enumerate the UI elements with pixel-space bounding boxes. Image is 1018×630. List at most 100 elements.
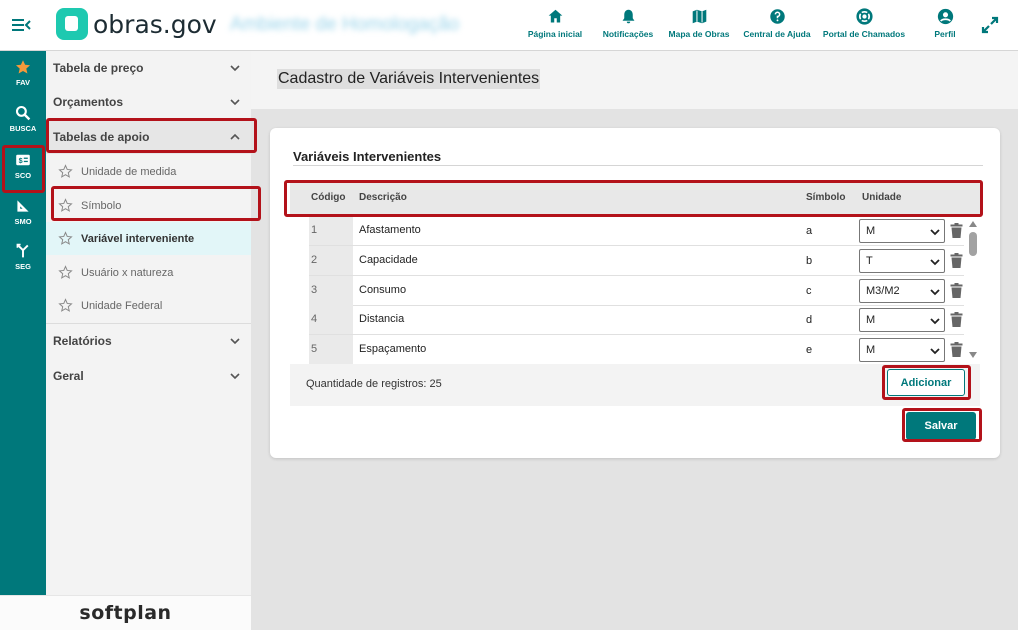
sidebar-section-price-table[interactable]: Tabela de preço xyxy=(46,51,251,85)
sidebar-item-intervening-variable[interactable]: Variável interveniente xyxy=(46,222,251,255)
user-icon xyxy=(937,8,953,25)
brand-logo[interactable]: obras.gov xyxy=(56,7,217,41)
merge-icon xyxy=(16,243,29,258)
help-icon xyxy=(769,9,785,24)
nav-profile[interactable]: Perfil xyxy=(925,8,965,44)
bell-icon xyxy=(622,9,634,24)
menu-toggle-icon[interactable] xyxy=(10,14,32,36)
unit-select[interactable]: M xyxy=(859,338,945,362)
table-row[interactable]: 1 Afastamento a M xyxy=(309,216,964,246)
table-row[interactable]: 5 Espaçamento e M xyxy=(309,335,964,365)
sidebar-section-reports[interactable]: Relatórios xyxy=(46,324,251,358)
footer-brand-logo: softplan xyxy=(0,595,251,630)
cell-code: 2 xyxy=(309,246,353,275)
trash-icon[interactable] xyxy=(950,283,963,298)
column-header-symbol[interactable]: Símbolo xyxy=(806,192,845,203)
unit-select[interactable]: M xyxy=(859,219,945,243)
cell-symbol: d xyxy=(806,314,813,326)
sidebar-item-symbol[interactable]: Símbolo xyxy=(46,189,251,222)
table-row[interactable]: 4 Distancia d M xyxy=(309,305,964,335)
nav-notifications[interactable]: Notificações xyxy=(591,8,665,44)
cell-code: 1 xyxy=(309,216,353,245)
unit-select[interactable]: M xyxy=(859,308,945,332)
variables-card: Variáveis Intervenientes Código Descriçã… xyxy=(270,128,1000,458)
rail-item-search[interactable]: BUSCA xyxy=(0,105,46,145)
sidebar-item-label: Unidade Federal xyxy=(81,299,163,312)
chevron-down-icon xyxy=(930,318,940,325)
top-navigation: Página inicial Notificações Mapa de Obra… xyxy=(525,8,965,44)
rail-item-smo-label: SMO xyxy=(14,217,32,226)
unit-select-value: M3/M2 xyxy=(866,285,900,297)
sidebar-item-label: Unidade de medida xyxy=(81,165,177,178)
nav-ticket-portal[interactable]: Portal de Chamados xyxy=(821,8,907,44)
cell-description: Afastamento xyxy=(359,224,421,236)
column-header-unit[interactable]: Unidade xyxy=(862,192,901,203)
chevron-down-icon xyxy=(230,338,240,345)
chevron-up-icon xyxy=(230,133,240,140)
unit-select-value: M xyxy=(866,314,876,326)
sidebar-section-general[interactable]: Geral xyxy=(46,359,251,393)
unit-select-value: T xyxy=(866,255,873,267)
budget-icon: $ xyxy=(16,154,30,166)
star-icon xyxy=(15,60,31,74)
cell-symbol: b xyxy=(806,255,813,267)
sidebar-item-federal-unit[interactable]: Unidade Federal xyxy=(46,289,251,322)
table-scrollbar[interactable] xyxy=(967,220,979,360)
star-outline-icon[interactable] xyxy=(58,231,73,246)
cell-code: 4 xyxy=(309,305,353,334)
chevron-down-icon xyxy=(930,259,940,266)
table-row[interactable]: 3 Consumo c M3/M2 xyxy=(309,276,964,306)
cell-symbol: c xyxy=(806,285,812,297)
unit-select[interactable]: T xyxy=(859,249,945,273)
column-header-description[interactable]: Descrição xyxy=(359,192,407,203)
sidebar-item-user-nature[interactable]: Usuário x natureza xyxy=(46,256,251,289)
nav-works-map[interactable]: Mapa de Obras xyxy=(667,8,731,44)
trash-icon[interactable] xyxy=(950,223,963,238)
star-outline-icon[interactable] xyxy=(58,298,73,313)
chevron-down-icon xyxy=(930,348,940,355)
trash-icon[interactable] xyxy=(950,342,963,357)
rail-item-seg-label: SEG xyxy=(15,262,31,271)
rail-item-smo[interactable]: SMO xyxy=(0,198,46,238)
sidebar-section-budgets[interactable]: Orçamentos xyxy=(46,85,251,119)
nav-works-map-label: Mapa de Obras xyxy=(668,29,730,39)
cell-description: Capacidade xyxy=(359,254,418,266)
logo-mark-icon xyxy=(56,8,88,40)
sidebar-section-label: Tabelas de apoio xyxy=(53,130,150,144)
rail-item-fav[interactable]: FAV xyxy=(0,59,46,99)
sidebar-section-support-tables[interactable]: Tabelas de apoio xyxy=(46,120,251,154)
unit-select[interactable]: M3/M2 xyxy=(859,279,945,303)
rail-item-seg[interactable]: SEG xyxy=(0,243,46,283)
scroll-up-arrow-icon[interactable] xyxy=(969,221,977,227)
nav-home[interactable]: Página inicial xyxy=(525,8,585,44)
cell-description: Espaçamento xyxy=(359,343,427,355)
nav-help-center[interactable]: Central de Ajuda xyxy=(741,8,813,44)
chevron-down-icon xyxy=(230,99,240,106)
sidebar-item-unit-of-measure[interactable]: Unidade de medida xyxy=(46,155,251,188)
table-footer: Quantidade de registros: 25 xyxy=(290,364,980,406)
sidebar-section-label: Tabela de preço xyxy=(53,61,144,75)
nav-ticket-portal-label: Portal de Chamados xyxy=(822,29,906,39)
chevron-down-icon xyxy=(230,65,240,72)
chevron-down-icon xyxy=(930,229,940,236)
add-button[interactable]: Adicionar xyxy=(887,369,965,396)
cell-symbol: e xyxy=(806,344,813,356)
column-header-code[interactable]: Código xyxy=(311,192,345,203)
nav-notifications-label: Notificações xyxy=(602,29,654,39)
table-row[interactable]: 2 Capacidade b T xyxy=(309,246,964,276)
expand-icon[interactable] xyxy=(980,15,1000,35)
cell-code: 3 xyxy=(309,276,353,305)
star-outline-icon[interactable] xyxy=(58,198,73,213)
scrollbar-thumb[interactable] xyxy=(969,232,977,256)
sidebar-section-label: Relatórios xyxy=(53,334,112,348)
trash-icon[interactable] xyxy=(950,253,963,268)
save-button[interactable]: Salvar xyxy=(906,412,976,440)
trash-icon[interactable] xyxy=(950,312,963,327)
rail-item-fav-label: FAV xyxy=(15,78,31,87)
scroll-down-arrow-icon[interactable] xyxy=(969,352,977,358)
star-outline-icon[interactable] xyxy=(58,164,73,179)
rail-item-sco[interactable]: $ SCO xyxy=(0,152,46,192)
cell-symbol: a xyxy=(806,225,813,237)
star-outline-icon[interactable] xyxy=(58,265,73,280)
chevron-down-icon xyxy=(230,373,240,380)
